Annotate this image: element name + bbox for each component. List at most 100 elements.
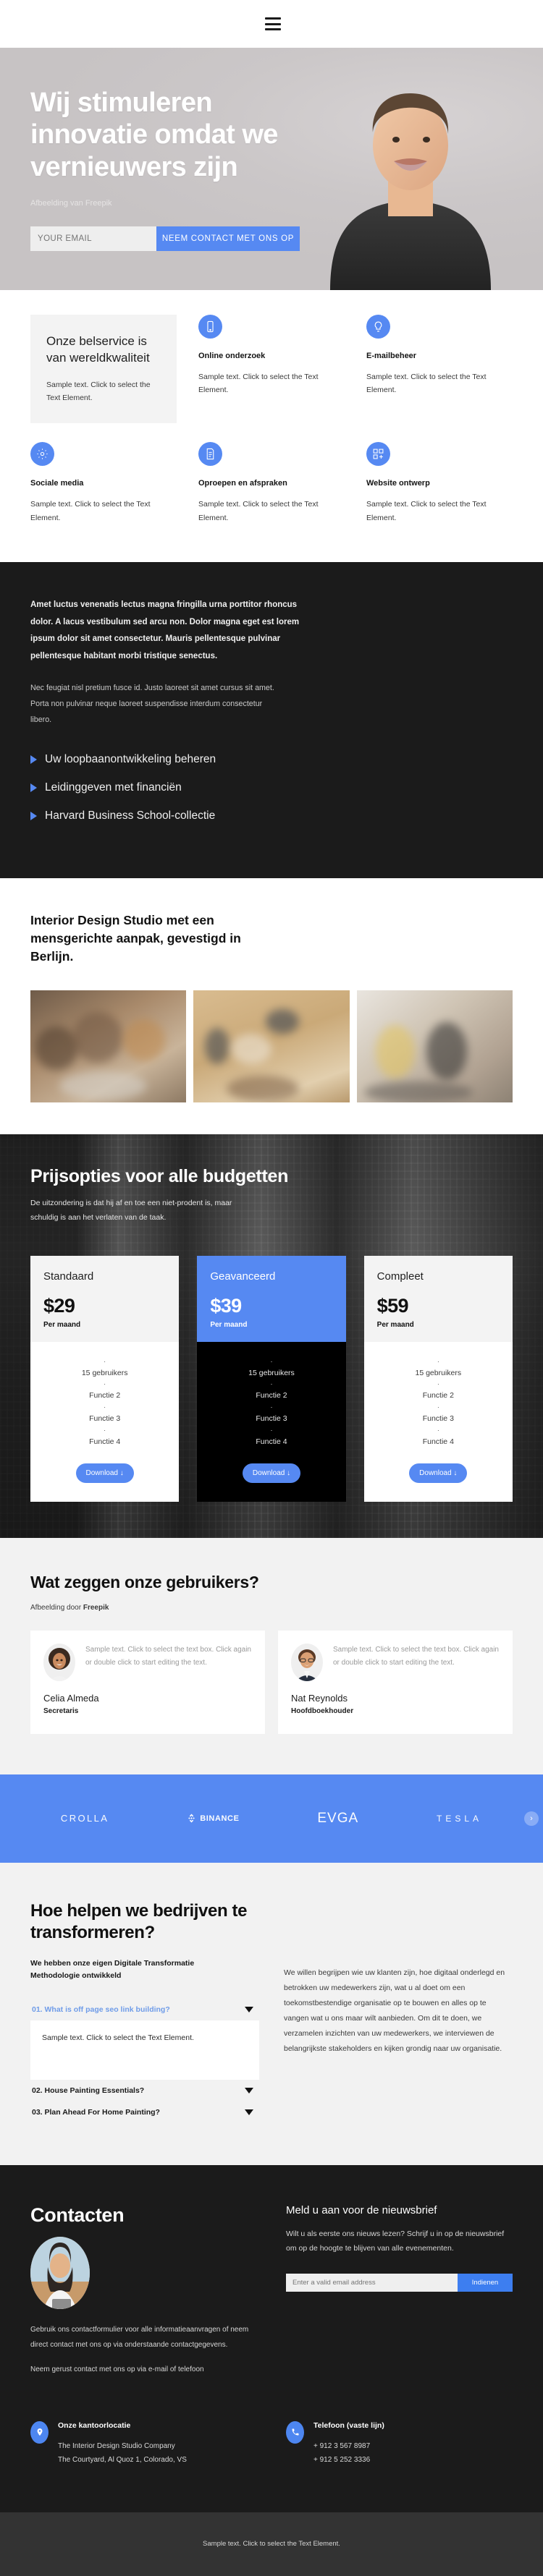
plan-header: Standaard $29 Per maand [30, 1255, 180, 1342]
phone-line: + 912 5 252 3336 [313, 2456, 371, 2465]
feature-bullet-dot: · [270, 1357, 273, 1365]
studio-heading: Interior Design Studio met een mensgeric… [30, 913, 241, 964]
mobile-icon [198, 315, 222, 339]
plan-feature: Functie 4 [422, 1437, 454, 1446]
faq-item-title: 02. House Painting Essentials? [32, 2086, 145, 2095]
plan-period: Per maand [376, 1320, 414, 1329]
features-grid: Onze belservice is van wereldkwaliteit S… [30, 315, 513, 524]
plan-price: $39 [210, 1294, 242, 1317]
feature-bullet-dot: · [437, 1426, 439, 1434]
gallery-image-desk-notebook[interactable] [193, 990, 350, 1102]
faq-item-1: 01. What is off page seo link building? … [30, 1999, 259, 2080]
bullet-label: Uw loopbaanontwikkeling beheren [45, 753, 216, 766]
hero-section: Wij stimuleren innovatie omdat we vernie… [0, 48, 543, 290]
office-line: The Interior Design Studio Company [58, 2441, 175, 2450]
hamburger-menu-icon[interactable] [265, 17, 281, 30]
phone-line: + 912 3 567 8987 [313, 2441, 371, 2450]
logo-evga[interactable]: EVGA [317, 1811, 358, 1827]
feature-bullet-dot: · [270, 1403, 273, 1411]
feature-title: Sociale media [30, 479, 84, 488]
faq-item-header[interactable]: 03. Plan Ahead For Home Painting? [30, 2101, 259, 2123]
contact-body-secondary: Neem gerust contact met ons op via e-mai… [30, 2365, 204, 2373]
plan-feature: Functie 4 [89, 1437, 121, 1446]
hero-email-input[interactable] [30, 226, 156, 251]
triangle-bullet-icon [30, 783, 37, 793]
plan-features: · 15 gebruikers · Functie 2 · Functie 3 … [197, 1341, 346, 1502]
avatar [291, 1643, 323, 1681]
list-item[interactable]: Harvard Business School-collectie [30, 809, 513, 822]
faq-left-column: Hoe helpen we bedrijven te transformeren… [30, 1900, 259, 2123]
feature-body: Sample text. Click to select the Text El… [198, 500, 319, 522]
gallery-image-team-meeting[interactable] [30, 990, 187, 1102]
plan-feature: Functie 2 [256, 1391, 287, 1400]
feature-bullet-dot: · [104, 1426, 106, 1434]
logo-crolla[interactable]: CROLLA [61, 1813, 109, 1824]
feature-bullet-dot: · [104, 1357, 106, 1365]
feature-intro-title: Onze belservice is van wereldkwaliteit [46, 334, 150, 365]
newsletter-email-input[interactable] [286, 2273, 458, 2292]
faq-item-3: 03. Plan Ahead For Home Painting? [30, 2101, 259, 2123]
pricing-plans: Standaard $29 Per maand · 15 gebruikers … [30, 1255, 513, 1502]
plan-features: · 15 gebruikers · Functie 2 · Functie 3 … [363, 1341, 513, 1502]
pricing-card-standaard: Standaard $29 Per maand · 15 gebruikers … [30, 1255, 180, 1502]
logo-tesla[interactable]: TESLA [437, 1814, 482, 1824]
features-section: Onze belservice is van wereldkwaliteit S… [0, 290, 543, 563]
gallery-image-two-women[interactable] [356, 990, 513, 1102]
faq-item-header[interactable]: 02. House Painting Essentials? [30, 2080, 259, 2101]
list-item[interactable]: Leidinggeven met financiën [30, 781, 513, 794]
faq-item-title: 01. What is off page seo link building? [32, 2005, 170, 2014]
contact-body: Gebruik ons contactformulier voor alle i… [30, 2325, 249, 2349]
hero-contact-button[interactable]: NEEM CONTACT MET ONS OP [156, 226, 300, 251]
testimonial-name: Celia Almeda [43, 1692, 99, 1704]
plan-download-button[interactable]: Download ↓ [75, 1463, 134, 1483]
triangle-bullet-icon [30, 755, 37, 765]
plan-feature: Functie 4 [256, 1437, 287, 1446]
plan-feature: Functie 3 [256, 1414, 287, 1424]
feature-card-oproepen-en-afspraken: Oproepen en afspraken Sample text. Click… [198, 442, 345, 524]
contact-phone-heading: Telefoon (vaste lijn) [313, 2420, 384, 2430]
plan-download-button[interactable]: Download ↓ [242, 1463, 300, 1483]
feature-bullet-dot: · [270, 1380, 273, 1388]
feature-bullet-dot: · [104, 1403, 106, 1411]
feature-bullet-dot: · [437, 1403, 439, 1411]
chevron-down-icon [245, 2109, 253, 2115]
dark-sub-paragraph: Nec feugiat nisl pretium fusce id. Justo… [30, 684, 274, 725]
logo-label: EVGA [317, 1810, 359, 1826]
contact-title: Contacten [30, 2203, 125, 2226]
newsletter-block: Meld u aan voor de nieuwsbrief Wilt u al… [286, 2204, 513, 2373]
plan-feature: Functie 2 [422, 1391, 454, 1400]
checklist-icon [198, 442, 222, 467]
plan-download-button[interactable]: Download ↓ [409, 1463, 468, 1483]
faq-item-header[interactable]: 01. What is off page seo link building? [30, 1999, 259, 2020]
phone-icon [286, 2420, 304, 2444]
plan-feature: 15 gebruikers [415, 1368, 462, 1377]
plan-name: Geavanceerd [210, 1270, 276, 1283]
feature-card-sociale-media: Sociale media Sample text. Click to sele… [30, 442, 177, 524]
lightbulb-icon [366, 315, 390, 339]
testimonials-section: Wat zeggen onze gebruikers? Afbeelding d… [0, 1537, 543, 1774]
contact-phone-lines: + 912 3 567 8987 + 912 5 252 3336 [313, 2439, 384, 2467]
newsletter-submit-button[interactable]: Indienen [458, 2273, 513, 2292]
triangle-bullet-icon [30, 812, 37, 821]
feature-bullet-dot: · [437, 1380, 439, 1388]
faq-item-body: Sample text. Click to select the Text El… [30, 2020, 259, 2080]
carousel-next-icon[interactable]: › [524, 1811, 539, 1826]
studio-gallery [0, 965, 543, 1134]
pricing-subtitle: De uitzondering is dat hij af en toe een… [30, 1198, 232, 1223]
plan-price: $29 [43, 1294, 75, 1317]
gear-icon [30, 442, 54, 467]
feature-bullet-dot: · [104, 1380, 106, 1388]
testimonial-quote: Sample text. Click to select the text bo… [85, 1645, 251, 1667]
feature-title: Website ontwerp [366, 479, 430, 488]
testimonial-name: Nat Reynolds [291, 1692, 348, 1704]
logo-binance[interactable]: BINANCE [187, 1814, 239, 1823]
feature-card-online-onderzoek: Online onderzoek Sample text. Click to s… [198, 315, 345, 423]
feature-card-e-mailbeheer: E-mailbeheer Sample text. Click to selec… [366, 315, 513, 423]
contact-phone-block: Telefoon (vaste lijn) + 912 3 567 8987 +… [286, 2420, 513, 2467]
chevron-down-icon [245, 2006, 253, 2012]
testimonial-card-celia-almeda: Sample text. Click to select the text bo… [30, 1630, 265, 1734]
plan-name: Compleet [376, 1270, 424, 1283]
plan-feature: Functie 3 [89, 1414, 121, 1424]
credit-brand: Freepik [83, 1603, 109, 1612]
list-item[interactable]: Uw loopbaanontwikkeling beheren [30, 753, 513, 766]
